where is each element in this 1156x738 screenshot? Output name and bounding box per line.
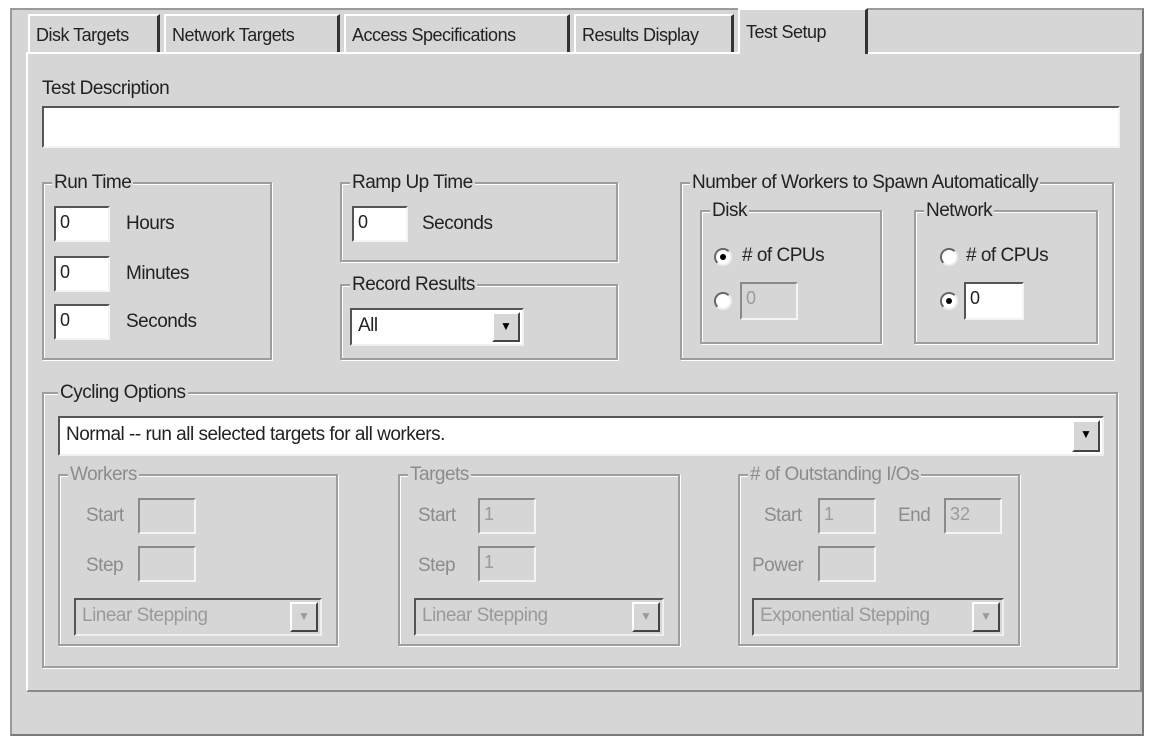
tab-disk-targets[interactable]: Disk Targets [28, 14, 160, 52]
tab-access-specifications[interactable]: Access Specifications [344, 14, 570, 52]
tab-network-targets[interactable]: Network Targets [164, 14, 340, 52]
tab-panel [26, 52, 1142, 692]
tab-test-setup[interactable]: Test Setup [738, 8, 868, 54]
tab-results-display[interactable]: Results Display [574, 14, 734, 52]
